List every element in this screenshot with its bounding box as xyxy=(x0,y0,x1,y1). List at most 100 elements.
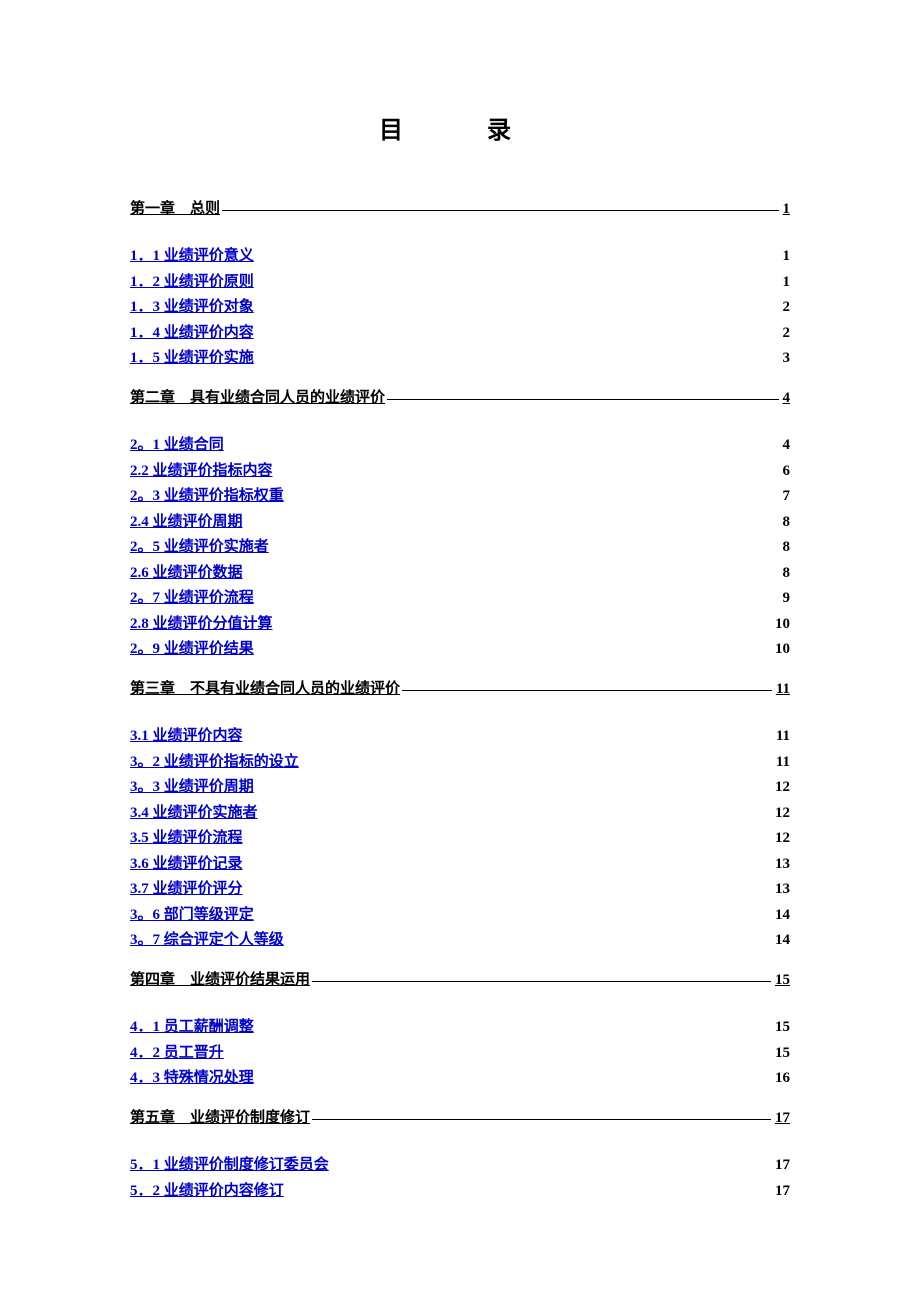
toc-section-link[interactable]: 2。9 业绩评价结果 xyxy=(130,637,254,658)
toc-section-link[interactable]: 3.6 业绩评价记录 xyxy=(130,852,243,873)
toc-section-link[interactable]: 5．1 业绩评价制度修订委员会 xyxy=(130,1153,329,1174)
toc-section-page: 14 xyxy=(775,932,790,949)
toc-section-page: 6 xyxy=(783,463,791,480)
toc-section-row: 3.1 业绩评价内容 11 xyxy=(130,724,790,745)
toc-section-link[interactable]: 2.2 业绩评价指标内容 xyxy=(130,459,273,480)
toc-chapter-row: 第四章 业绩评价结果运用 15 xyxy=(130,968,790,989)
toc-section-page: 12 xyxy=(775,830,790,847)
toc-leader-line xyxy=(312,981,771,982)
toc-section-group: 5．1 业绩评价制度修订委员会 17 5．2 业绩评价内容修订 17 xyxy=(130,1153,790,1200)
toc-section-link[interactable]: 4．2 员工晋升 xyxy=(130,1041,224,1062)
toc-chapter-row: 第二章 具有业绩合同人员的业绩评价 4 xyxy=(130,386,790,407)
toc-section-page: 15 xyxy=(775,1019,790,1036)
toc-section-page: 11 xyxy=(776,728,790,745)
toc-section-page: 10 xyxy=(775,641,790,658)
toc-section-row: 3.4 业绩评价实施者 12 xyxy=(130,801,790,822)
toc-section-page: 2 xyxy=(783,325,791,342)
toc-chapter-link[interactable]: 第二章 具有业绩合同人员的业绩评价 xyxy=(130,386,385,407)
toc-chapter-row: 第一章 总则 1 xyxy=(130,197,790,218)
toc-section-row: 2。1 业绩合同 4 xyxy=(130,433,790,454)
toc-leader-line xyxy=(402,690,772,691)
toc-leader-line xyxy=(312,1119,771,1120)
toc-section-link[interactable]: 3。3 业绩评价周期 xyxy=(130,775,254,796)
toc-section-page: 4 xyxy=(783,437,791,454)
toc-container: 第一章 总则 1 1．1 业绩评价意义 1 1．2 业绩评价原则 1 1．3 业绩评价对象 2… xyxy=(130,197,790,1200)
toc-section-page: 9 xyxy=(783,590,791,607)
toc-section-row: 3。7 综合评定个人等级 14 xyxy=(130,928,790,949)
toc-section-row: 2。9 业绩评价结果 10 xyxy=(130,637,790,658)
toc-section-link[interactable]: 1．2 业绩评价原则 xyxy=(130,270,254,291)
toc-section-group: 4．1 员工薪酬调整 15 4．2 员工晋升 15 4．3 特殊情况处理 16 xyxy=(130,1015,790,1087)
toc-section-link[interactable]: 3.5 业绩评价流程 xyxy=(130,826,243,847)
toc-section-page: 1 xyxy=(783,274,791,291)
toc-chapter-link[interactable]: 第四章 业绩评价结果运用 xyxy=(130,968,310,989)
toc-chapter-page: 17 xyxy=(771,1110,790,1127)
toc-section-row: 3.5 业绩评价流程 12 xyxy=(130,826,790,847)
toc-section-link[interactable]: 3。7 综合评定个人等级 xyxy=(130,928,284,949)
toc-section-link[interactable]: 3.7 业绩评价评分 xyxy=(130,877,243,898)
toc-section-page: 2 xyxy=(783,299,791,316)
toc-chapter-link[interactable]: 第三章 不具有业绩合同人员的业绩评价 xyxy=(130,677,400,698)
toc-section-page: 1 xyxy=(783,248,791,265)
toc-section-row: 1．1 业绩评价意义 1 xyxy=(130,244,790,265)
toc-section-row: 3。3 业绩评价周期 12 xyxy=(130,775,790,796)
toc-section-link[interactable]: 3.4 业绩评价实施者 xyxy=(130,801,258,822)
toc-section-row: 2。5 业绩评价实施者 8 xyxy=(130,535,790,556)
toc-section-link[interactable]: 2.6 业绩评价数据 xyxy=(130,561,243,582)
toc-section-page: 13 xyxy=(775,856,790,873)
toc-section-link[interactable]: 1．1 业绩评价意义 xyxy=(130,244,254,265)
toc-section-link[interactable]: 1．4 业绩评价内容 xyxy=(130,321,254,342)
toc-leader-line xyxy=(387,399,778,400)
toc-section-row: 2.2 业绩评价指标内容 6 xyxy=(130,459,790,480)
toc-section-page: 14 xyxy=(775,907,790,924)
toc-section-page: 12 xyxy=(775,779,790,796)
toc-chapter-link[interactable]: 第一章 总则 xyxy=(130,197,220,218)
toc-section-row: 3.7 业绩评价评分 13 xyxy=(130,877,790,898)
toc-section-link[interactable]: 1．5 业绩评价实施 xyxy=(130,346,254,367)
toc-section-row: 3。2 业绩评价指标的设立 11 xyxy=(130,750,790,771)
toc-section-link[interactable]: 3.1 业绩评价内容 xyxy=(130,724,243,745)
toc-section-group: 3.1 业绩评价内容113。2 业绩评价指标的设立113。3 业绩评价周期123… xyxy=(130,724,790,949)
toc-chapter-page: 15 xyxy=(771,972,790,989)
toc-section-page: 16 xyxy=(775,1070,790,1087)
toc-chapter-row: 第三章 不具有业绩合同人员的业绩评价11 xyxy=(130,677,790,698)
toc-section-link[interactable]: 3。2 业绩评价指标的设立 xyxy=(130,750,299,771)
page-title: 目 录 xyxy=(130,110,790,145)
toc-section-row: 3。6 部门等级评定 14 xyxy=(130,903,790,924)
toc-section-link[interactable]: 4．3 特殊情况处理 xyxy=(130,1066,254,1087)
toc-section-page: 12 xyxy=(775,805,790,822)
toc-section-row: 2。7 业绩评价流程 9 xyxy=(130,586,790,607)
toc-chapter-row: 第五章 业绩评价制度修订 17 xyxy=(130,1106,790,1127)
toc-section-group: 2。1 业绩合同 4 2.2 业绩评价指标内容 6 2。3 业绩评价指标权重 7 2.4 业… xyxy=(130,433,790,658)
toc-section-link[interactable]: 2.8 业绩评价分值计算 xyxy=(130,612,273,633)
toc-section-group: 1．1 业绩评价意义 1 1．2 业绩评价原则 1 1．3 业绩评价对象 2 1．4 业绩评… xyxy=(130,244,790,367)
toc-section-link[interactable]: 5．2 业绩评价内容修订 xyxy=(130,1179,284,1200)
toc-chapter-page: 4 xyxy=(779,390,791,407)
toc-section-page: 17 xyxy=(775,1157,790,1174)
toc-section-link[interactable]: 2.4 业绩评价周期 xyxy=(130,510,243,531)
toc-section-row: 4．2 员工晋升 15 xyxy=(130,1041,790,1062)
toc-section-link[interactable]: 2。1 业绩合同 xyxy=(130,433,224,454)
toc-leader-line xyxy=(222,210,778,211)
toc-section-row: 1．3 业绩评价对象 2 xyxy=(130,295,790,316)
toc-section-page: 8 xyxy=(783,539,791,556)
toc-section-row: 5．1 业绩评价制度修订委员会 17 xyxy=(130,1153,790,1174)
toc-section-link[interactable]: 1．3 业绩评价对象 xyxy=(130,295,254,316)
toc-section-link[interactable]: 2。5 业绩评价实施者 xyxy=(130,535,269,556)
toc-section-row: 2.4 业绩评价周期8 xyxy=(130,510,790,531)
toc-chapter-link[interactable]: 第五章 业绩评价制度修订 xyxy=(130,1106,310,1127)
toc-section-page: 10 xyxy=(775,616,790,633)
toc-section-link[interactable]: 3。6 部门等级评定 xyxy=(130,903,254,924)
toc-section-link[interactable]: 2。3 业绩评价指标权重 xyxy=(130,484,284,505)
toc-chapter-page: 1 xyxy=(779,201,791,218)
toc-section-page: 15 xyxy=(775,1045,790,1062)
toc-section-page: 11 xyxy=(776,754,790,771)
toc-section-page: 13 xyxy=(775,881,790,898)
toc-section-page: 7 xyxy=(783,488,791,505)
toc-section-row: 4．1 员工薪酬调整 15 xyxy=(130,1015,790,1036)
toc-section-link[interactable]: 2。7 业绩评价流程 xyxy=(130,586,254,607)
toc-section-row: 1．5 业绩评价实施3 xyxy=(130,346,790,367)
toc-section-link[interactable]: 4．1 员工薪酬调整 xyxy=(130,1015,254,1036)
toc-section-row: 1．2 业绩评价原则 1 xyxy=(130,270,790,291)
toc-section-page: 8 xyxy=(783,565,791,582)
